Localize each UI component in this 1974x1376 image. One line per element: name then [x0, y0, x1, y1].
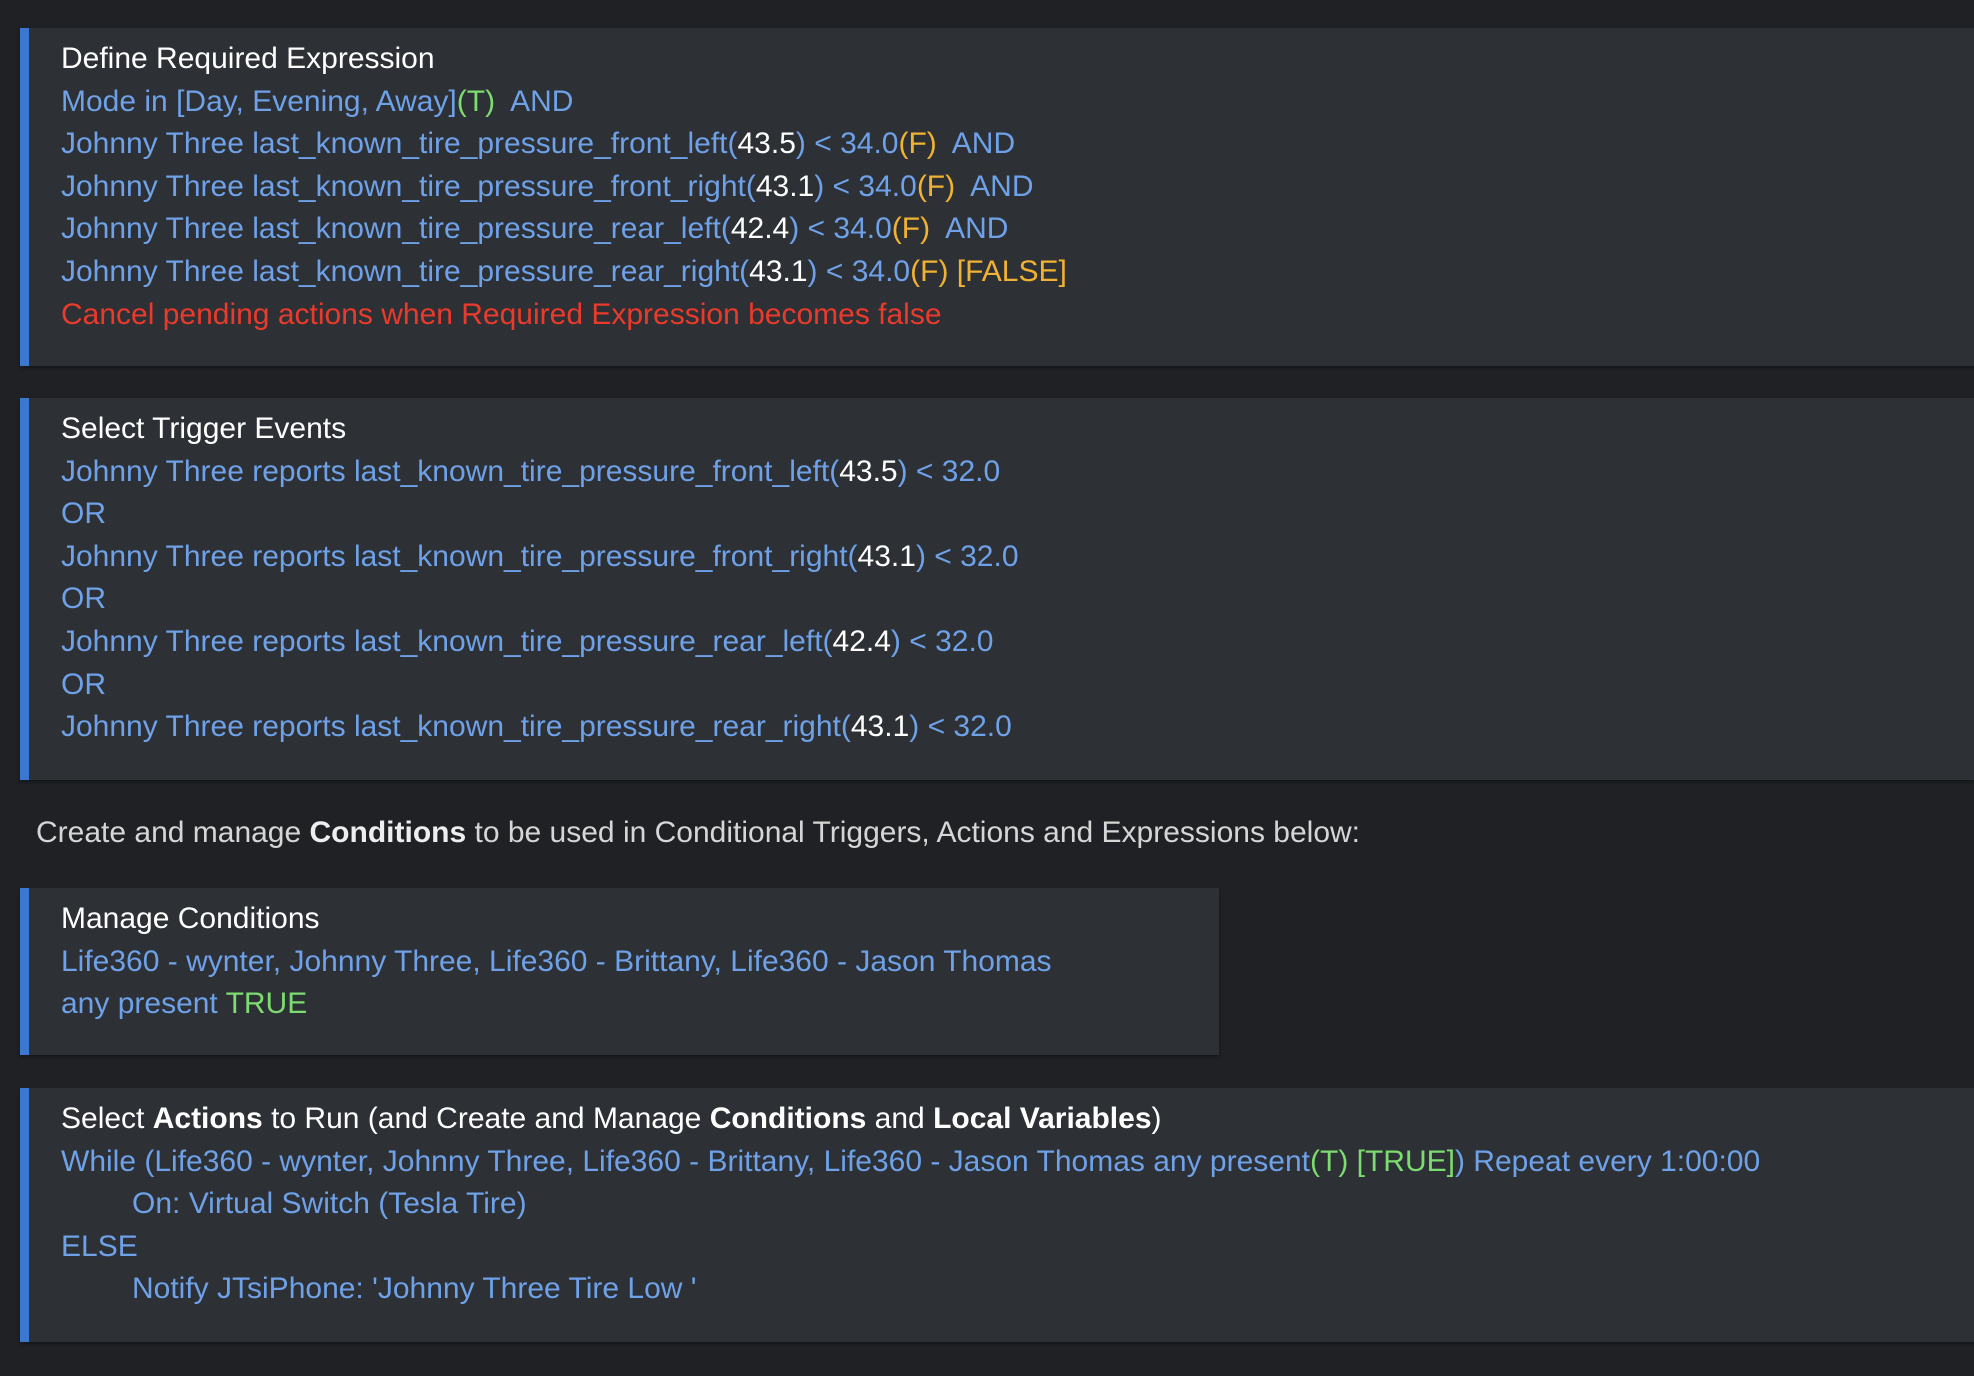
condition-label: Johnny Three last_known_tire_pressure_fr… — [61, 127, 738, 161]
condition-line-rear-right: Johnny Three last_known_tire_pressure_re… — [61, 251, 1974, 294]
condition-operator: AND — [936, 127, 1016, 161]
condition-compare: ) < 34.0 — [814, 169, 917, 203]
actions-title-bold: Conditions — [709, 1102, 867, 1135]
trigger-label: Johnny Three reports last_known_tire_pre… — [61, 624, 833, 658]
condition-line-front-right: Johnny Three last_known_tire_pressure_fr… — [61, 166, 1974, 209]
condition-flag: (F) — [891, 212, 931, 246]
trigger-events-panel[interactable]: Select Trigger Events Johnny Three repor… — [20, 398, 1974, 780]
condition-flag: (F) [FALSE] — [910, 254, 1067, 288]
select-actions-title: Select Actions to Run (and Create and Ma… — [61, 1098, 1974, 1141]
trigger-event-rear-left: Johnny Three reports last_known_tire_pre… — [61, 621, 1974, 664]
condition-value: 42.4 — [730, 212, 790, 246]
condition-label: Johnny Three last_known_tire_pressure_re… — [61, 254, 750, 288]
condition-flag: (F) — [916, 169, 956, 203]
intro-text-after: to be used in Conditional Triggers, Acti… — [466, 816, 1361, 849]
trigger-value: 43.1 — [857, 539, 916, 573]
trigger-value: 42.4 — [832, 624, 891, 658]
trigger-event-front-left: Johnny Three reports last_known_tire_pre… — [61, 451, 1974, 494]
actions-title-part: to Run (and Create and Manage — [262, 1102, 710, 1135]
condition-operator: AND — [930, 212, 1009, 246]
condition-state-value: TRUE — [225, 987, 308, 1021]
trigger-event-rear-right: Johnny Three reports last_known_tire_pre… — [61, 706, 1974, 749]
condition-value: 43.1 — [749, 254, 808, 288]
actions-title-part: ) — [1151, 1102, 1162, 1135]
required-expression-panel[interactable]: Define Required Expression Mode in [Day,… — [20, 28, 1974, 366]
actions-title-bold: Actions — [152, 1102, 263, 1135]
condition-line-front-left: Johnny Three last_known_tire_pressure_fr… — [61, 123, 1974, 166]
select-actions-panel[interactable]: Select Actions to Run (and Create and Ma… — [20, 1088, 1974, 1342]
condition-devices-list: Life360 - wynter, Johnny Three, Life360 … — [61, 944, 1052, 978]
trigger-compare: ) < 32.0 — [909, 710, 1012, 744]
else-label: ELSE — [61, 1229, 138, 1263]
while-repeat-line: While (Life360 - wynter, Johnny Three, L… — [61, 1141, 1974, 1184]
trigger-label: Johnny Three reports last_known_tire_pre… — [61, 454, 840, 488]
or-separator: OR — [61, 582, 106, 616]
trigger-compare: ) < 32.0 — [897, 454, 1001, 488]
mode-condition-operator: AND — [495, 84, 574, 118]
manage-conditions-title: Manage Conditions — [61, 902, 320, 935]
condition-flag: (F) — [898, 127, 937, 161]
actions-title-bold: Local Variables — [933, 1102, 1152, 1135]
trigger-compare: ) < 32.0 — [915, 539, 1019, 573]
notify-action: Notify JTsiPhone: 'Johnny Three Tire Low… — [132, 1272, 697, 1306]
trigger-label: Johnny Three reports last_known_tire_pre… — [61, 539, 858, 573]
actions-title-part: and — [866, 1102, 934, 1135]
while-flag: (T) [TRUE] — [1310, 1144, 1455, 1178]
condition-value: 43.1 — [755, 169, 815, 203]
intro-text-bold: Conditions — [309, 816, 467, 849]
condition-label: Johnny Three last_known_tire_pressure_fr… — [61, 169, 756, 203]
trigger-compare: ) < 32.0 — [890, 624, 994, 658]
condition-compare: ) < 34.0 — [789, 212, 892, 246]
or-separator: OR — [61, 667, 106, 701]
trigger-event-front-right: Johnny Three reports last_known_tire_pre… — [61, 536, 1974, 579]
required-expression-title: Define Required Expression — [61, 42, 435, 75]
mode-condition-text: Mode in [Day, Evening, Away] — [61, 84, 457, 118]
condition-state-line: any present TRUE — [61, 983, 1219, 1026]
or-separator: OR — [61, 497, 106, 531]
condition-value: 43.5 — [737, 127, 796, 161]
condition-compare: ) < 34.0 — [807, 254, 911, 288]
mode-condition-line: Mode in [Day, Evening, Away](T) AND — [61, 81, 1974, 124]
intro-text-before: Create and manage — [36, 816, 310, 849]
condition-label: Johnny Three last_known_tire_pressure_re… — [61, 212, 731, 246]
mode-condition-flag: (T) — [456, 84, 496, 118]
actions-title-part: Select — [61, 1102, 153, 1135]
condition-compare: ) < 34.0 — [795, 127, 899, 161]
condition-state-label: any present — [61, 987, 226, 1021]
cancel-pending-actions-text: Cancel pending actions when Required Exp… — [61, 297, 942, 331]
on-switch-action: On: Virtual Switch (Tesla Tire) — [132, 1187, 527, 1221]
trigger-value: 43.5 — [839, 454, 898, 488]
condition-line-rear-left: Johnny Three last_known_tire_pressure_re… — [61, 208, 1974, 251]
manage-conditions-panel[interactable]: Manage Conditions Life360 - wynter, John… — [20, 888, 1219, 1055]
while-suffix: ) Repeat every 1:00:00 — [1454, 1144, 1761, 1178]
condition-operator: AND — [955, 169, 1034, 203]
trigger-events-title: Select Trigger Events — [61, 412, 347, 445]
while-prefix: While (Life360 - wynter, Johnny Three, L… — [61, 1144, 1310, 1178]
trigger-value: 43.1 — [850, 710, 910, 744]
trigger-label: Johnny Three reports last_known_tire_pre… — [61, 710, 851, 744]
conditions-intro-text: Create and manage Conditions to be used … — [36, 812, 1360, 855]
